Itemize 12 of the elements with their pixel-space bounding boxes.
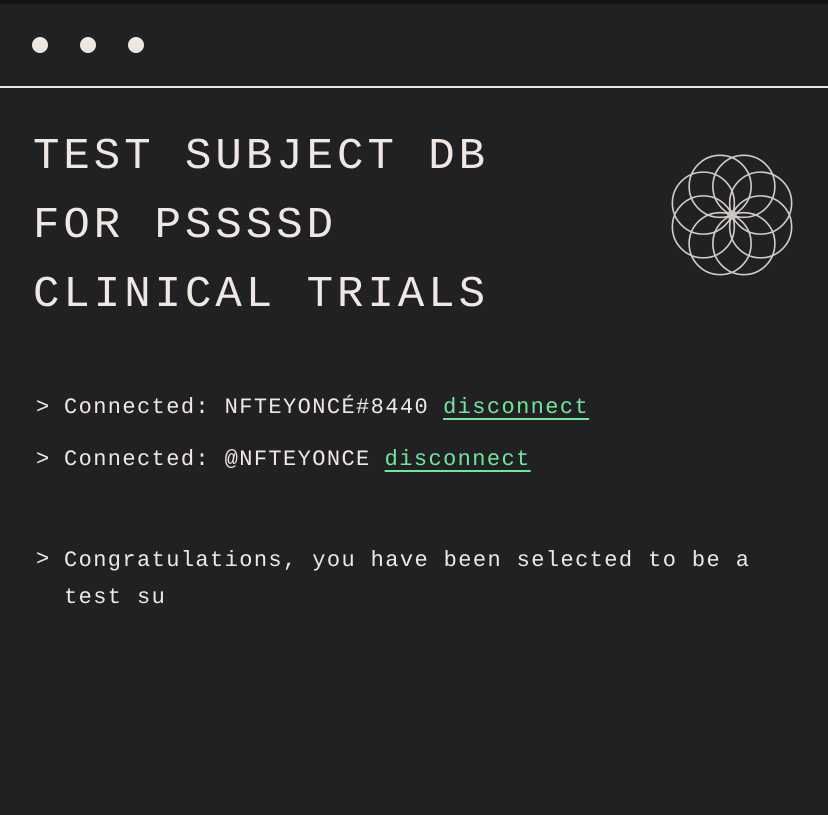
disconnect-link[interactable]: disconnect xyxy=(384,442,531,478)
message-text: Congratulations, you have been selected to be a test su xyxy=(64,547,752,612)
window-dot-icon xyxy=(32,37,48,53)
prompt-symbol: > xyxy=(36,546,52,574)
prompt-symbol: > xyxy=(36,446,52,474)
window-dot-icon xyxy=(128,37,144,53)
disconnect-link[interactable]: disconnect xyxy=(443,390,590,426)
page-title: TEST SUBJECT DB FOR PSSSSD CLINICAL TRIALS xyxy=(33,131,490,322)
connection-status: Connected: NFTEYONCÉ#8440 xyxy=(64,394,430,422)
prompt-symbol: > xyxy=(36,394,52,422)
connection-status: Connected: @NFTEYONCE xyxy=(64,446,371,474)
window-dot-icon xyxy=(80,37,96,53)
